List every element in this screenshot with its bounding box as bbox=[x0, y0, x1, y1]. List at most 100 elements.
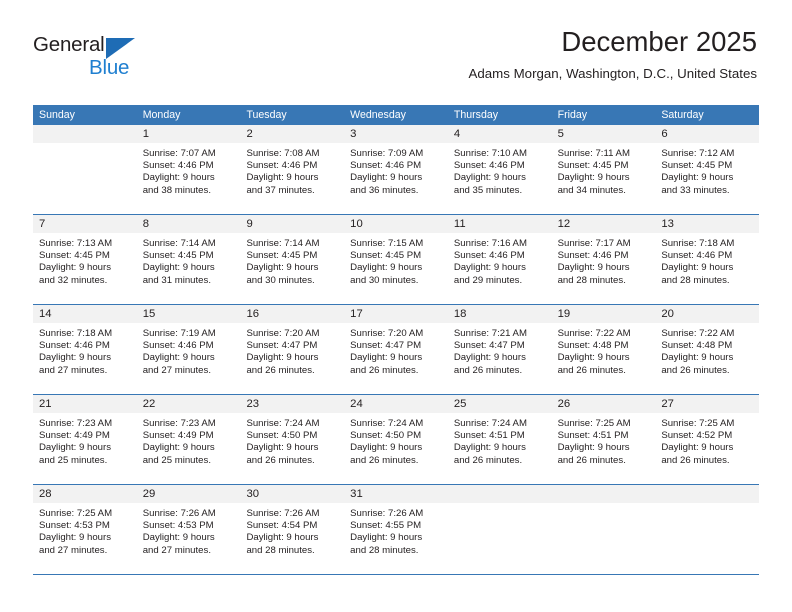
daylight-text-line1: Daylight: 9 hours bbox=[246, 172, 319, 184]
calendar-day-cell[interactable]: 18 Sunrise: 7:21 AM Sunset: 4:47 PM Dayligh… bbox=[447, 305, 552, 394]
day-number: 8 bbox=[142, 218, 150, 230]
calendar-day-cell[interactable]: 26 Sunrise: 7:25 AM Sunset: 4:51 PM Dayligh… bbox=[551, 395, 656, 484]
sunrise-text: Sunrise: 7:11 AM bbox=[557, 148, 630, 159]
day-number-band: 17 bbox=[344, 305, 448, 323]
calendar-day-cell[interactable]: 21 Sunrise: 7:23 AM Sunset: 4:49 PM Dayligh… bbox=[33, 395, 137, 484]
daylight-text-line2: and 30 minutes. bbox=[350, 274, 419, 286]
daylight-text-line2: and 30 minutes. bbox=[246, 274, 315, 286]
sunset-text: Sunset: 4:51 PM bbox=[557, 430, 629, 442]
sunrise-text: Sunrise: 7:10 AM bbox=[453, 148, 527, 159]
sunrise-text: Sunrise: 7:24 AM bbox=[350, 418, 424, 429]
day-details: Sunrise: 7:23 AM Sunset: 4:49 PM Daylight:… bbox=[137, 413, 241, 467]
calendar-day-cell[interactable]: 15 Sunrise: 7:19 AM Sunset: 4:46 PM Dayligh… bbox=[136, 305, 241, 394]
sunset-text: Sunset: 4:45 PM bbox=[39, 250, 110, 262]
day-number-band: 26 bbox=[551, 395, 656, 413]
day-details: Sunrise: 7:26 AM Sunset: 4:53 PM Daylight:… bbox=[137, 503, 241, 557]
calendar-day-cell[interactable]: 9 Sunrise: 7:14 AM Sunset: 4:45 PM Daylight… bbox=[240, 215, 345, 304]
day-number: 14 bbox=[39, 308, 52, 320]
daylight-text-line2: and 31 minutes. bbox=[142, 274, 211, 286]
day-number: 15 bbox=[142, 308, 156, 320]
weekday-header-monday: Monday bbox=[142, 109, 181, 121]
sunrise-text: Sunrise: 7:26 AM bbox=[350, 508, 424, 519]
calendar-grid: Sunday Monday Tuesday Wednesday Thursday Frid… bbox=[33, 105, 760, 575]
day-number: 12 bbox=[557, 218, 571, 230]
calendar-day-cell[interactable]: 10 Sunrise: 7:15 AM Sunset: 4:45 PM Dayligh… bbox=[344, 215, 448, 304]
day-number: 29 bbox=[142, 488, 156, 500]
daylight-text-line2: and 36 minutes. bbox=[350, 184, 419, 196]
calendar-day-cell[interactable]: 28 Sunrise: 7:25 AM Sunset: 4:53 PM Dayligh… bbox=[33, 485, 137, 574]
daylight-text-line2: and 25 minutes. bbox=[142, 454, 211, 466]
day-number-band bbox=[33, 125, 137, 143]
calendar-day-cell[interactable]: 3 Sunrise: 7:09 AM Sunset: 4:46 PM Daylight… bbox=[344, 125, 448, 214]
day-number: 17 bbox=[350, 308, 363, 320]
sunset-text: Sunset: 4:47 PM bbox=[350, 340, 422, 352]
daylight-text-line2: and 26 minutes. bbox=[350, 454, 419, 466]
calendar-day-cell[interactable]: 5 Sunrise: 7:11 AM Sunset: 4:45 PM Daylight… bbox=[551, 125, 656, 214]
day-number-band: 7 bbox=[33, 215, 137, 233]
daylight-text-line2: and 26 minutes. bbox=[661, 364, 730, 376]
daylight-text-line1: Daylight: 9 hours bbox=[350, 352, 423, 364]
daylight-text-line1: Daylight: 9 hours bbox=[350, 172, 423, 184]
daylight-text-line2: and 25 minutes. bbox=[39, 454, 108, 466]
daylight-text-line2: and 27 minutes. bbox=[142, 364, 211, 376]
calendar-day-cell-empty bbox=[551, 485, 656, 574]
calendar-day-cell[interactable]: 14 Sunrise: 7:18 AM Sunset: 4:46 PM Dayligh… bbox=[33, 305, 137, 394]
sunrise-text: Sunrise: 7:23 AM bbox=[39, 418, 113, 429]
day-details: Sunrise: 7:14 AM Sunset: 4:45 PM Daylight:… bbox=[137, 233, 241, 287]
sunset-text: Sunset: 4:52 PM bbox=[661, 430, 733, 442]
sunrise-text: Sunrise: 7:07 AM bbox=[142, 148, 216, 159]
sunrise-text: Sunrise: 7:25 AM bbox=[661, 418, 735, 429]
daylight-text-line1: Daylight: 9 hours bbox=[453, 442, 526, 454]
sunrise-text: Sunrise: 7:26 AM bbox=[142, 508, 216, 519]
calendar-day-cell[interactable]: 6 Sunrise: 7:12 AM Sunset: 4:45 PM Daylight… bbox=[655, 125, 760, 214]
calendar-day-cell[interactable]: 7 Sunrise: 7:13 AM Sunset: 4:45 PM Daylight… bbox=[33, 215, 137, 304]
calendar-day-cell[interactable]: 2 Sunrise: 7:08 AM Sunset: 4:46 PM Daylight… bbox=[240, 125, 345, 214]
day-number-band: 21 bbox=[33, 395, 137, 413]
day-number-band bbox=[655, 485, 760, 503]
calendar-day-cell[interactable]: 22 Sunrise: 7:23 AM Sunset: 4:49 PM Dayligh… bbox=[136, 395, 241, 484]
day-details: Sunrise: 7:12 AM Sunset: 4:45 PM Daylight:… bbox=[655, 143, 759, 197]
day-details: Sunrise: 7:16 AM Sunset: 4:46 PM Daylight:… bbox=[448, 233, 552, 287]
calendar-day-cell[interactable]: 19 Sunrise: 7:22 AM Sunset: 4:48 PM Dayligh… bbox=[551, 305, 656, 394]
day-details: Sunrise: 7:25 AM Sunset: 4:51 PM Daylight:… bbox=[552, 413, 656, 467]
daylight-text-line2: and 26 minutes. bbox=[453, 454, 523, 466]
day-number-band: 23 bbox=[240, 395, 345, 413]
calendar-day-cell[interactable]: 11 Sunrise: 7:16 AM Sunset: 4:46 PM Dayligh… bbox=[447, 215, 552, 304]
calendar-day-cell[interactable]: 4 Sunrise: 7:10 AM Sunset: 4:46 PM Daylight… bbox=[447, 125, 552, 214]
day-number: 19 bbox=[557, 308, 571, 320]
daylight-text-line1: Daylight: 9 hours bbox=[142, 532, 215, 544]
sunrise-text: Sunrise: 7:25 AM bbox=[557, 418, 631, 429]
generalblue-logo[interactable]: General Blue bbox=[33, 33, 153, 83]
day-details: Sunrise: 7:19 AM Sunset: 4:46 PM Daylight:… bbox=[137, 323, 241, 377]
calendar-day-cell[interactable]: 23 Sunrise: 7:24 AM Sunset: 4:50 PM Dayligh… bbox=[240, 395, 345, 484]
daylight-text-line1: Daylight: 9 hours bbox=[557, 442, 630, 454]
weekday-header-thursday: Thursday bbox=[453, 109, 499, 121]
calendar-day-cell[interactable]: 29 Sunrise: 7:26 AM Sunset: 4:53 PM Dayligh… bbox=[136, 485, 241, 574]
day-number-band bbox=[447, 485, 552, 503]
sunset-text: Sunset: 4:45 PM bbox=[661, 160, 733, 172]
calendar-day-cell[interactable]: 30 Sunrise: 7:26 AM Sunset: 4:54 PM Dayligh… bbox=[240, 485, 345, 574]
daylight-text-line2: and 26 minutes. bbox=[661, 454, 730, 466]
daylight-text-line2: and 28 minutes. bbox=[350, 544, 419, 556]
calendar-day-cell[interactable]: 27 Sunrise: 7:25 AM Sunset: 4:52 PM Dayligh… bbox=[655, 395, 760, 484]
calendar-day-cell[interactable]: 1 Sunrise: 7:07 AM Sunset: 4:46 PM Daylight… bbox=[136, 125, 241, 214]
calendar-day-cell[interactable]: 12 Sunrise: 7:17 AM Sunset: 4:46 PM Dayligh… bbox=[551, 215, 656, 304]
calendar-day-cell[interactable]: 17 Sunrise: 7:20 AM Sunset: 4:47 PM Dayligh… bbox=[344, 305, 448, 394]
calendar-day-cell[interactable]: 20 Sunrise: 7:22 AM Sunset: 4:48 PM Dayligh… bbox=[655, 305, 760, 394]
calendar-day-cell[interactable]: 25 Sunrise: 7:24 AM Sunset: 4:51 PM Dayligh… bbox=[447, 395, 552, 484]
daylight-text-line2: and 34 minutes. bbox=[557, 184, 626, 196]
calendar-day-cell[interactable]: 13 Sunrise: 7:18 AM Sunset: 4:46 PM Dayligh… bbox=[655, 215, 760, 304]
page-subtitle: Adams Morgan, Washington, D.C., United S… bbox=[468, 65, 757, 81]
sunset-text: Sunset: 4:46 PM bbox=[39, 340, 110, 352]
day-number-band: 11 bbox=[447, 215, 552, 233]
sunrise-text: Sunrise: 7:25 AM bbox=[39, 508, 113, 519]
calendar-day-cell[interactable]: 31 Sunrise: 7:26 AM Sunset: 4:55 PM Dayligh… bbox=[344, 485, 448, 574]
calendar-day-cell[interactable]: 24 Sunrise: 7:24 AM Sunset: 4:50 PM Dayligh… bbox=[344, 395, 448, 484]
day-details: Sunrise: 7:21 AM Sunset: 4:47 PM Daylight:… bbox=[448, 323, 552, 377]
daylight-text-line1: Daylight: 9 hours bbox=[557, 172, 630, 184]
calendar-day-cell[interactable]: 8 Sunrise: 7:14 AM Sunset: 4:45 PM Daylight… bbox=[136, 215, 241, 304]
day-number: 1 bbox=[142, 128, 150, 140]
sunset-text: Sunset: 4:45 PM bbox=[557, 160, 629, 172]
calendar-day-cell[interactable]: 16 Sunrise: 7:20 AM Sunset: 4:47 PM Dayligh… bbox=[240, 305, 345, 394]
sunrise-text: Sunrise: 7:20 AM bbox=[350, 328, 424, 339]
